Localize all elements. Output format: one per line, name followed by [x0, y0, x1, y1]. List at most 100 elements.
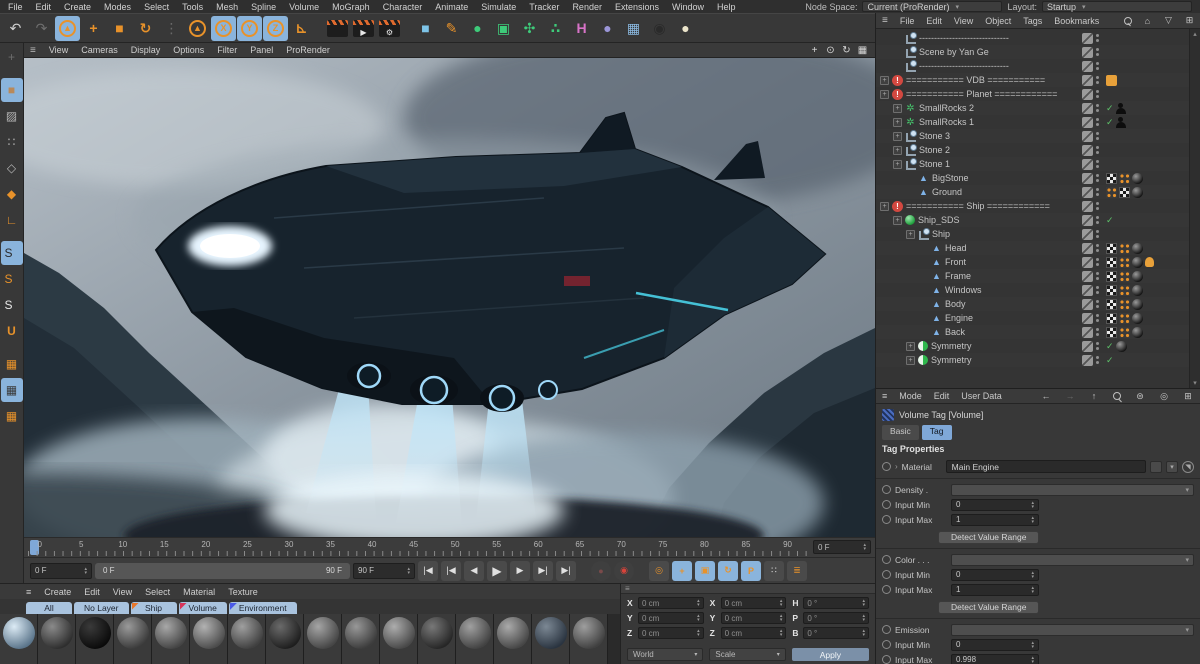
stepper-arrows-icon[interactable]: ▴ ▾ — [1031, 655, 1034, 664]
edit-enable-toggle[interactable] — [1082, 354, 1093, 366]
menu-tools[interactable]: Tools — [182, 2, 203, 12]
edit-enable-toggle[interactable] — [1082, 102, 1093, 114]
simulation-button[interactable]: ≣ — [787, 560, 807, 581]
object-row-stone-3[interactable]: + Stone 3 — [876, 129, 1200, 143]
attribute-tab-tag[interactable]: Tag — [921, 425, 952, 440]
stepper-arrows-icon[interactable]: ▴ ▾ — [407, 566, 410, 575]
material-thumbnail-12[interactable] — [418, 614, 456, 664]
object-row-scene-by-yan-ge[interactable]: Scene by Yan Ge — [876, 45, 1200, 59]
object-row-vdb[interactable]: +! =========== VDB =========== — [876, 73, 1200, 87]
node-space-select[interactable]: Current (ProRender) ▾ — [862, 1, 1003, 12]
scroll-down-icon[interactable]: ▾ — [1193, 379, 1197, 387]
edit-enable-toggle[interactable] — [1082, 130, 1093, 142]
visibility-dots-toggle[interactable] — [1096, 258, 1099, 261]
material-thumbnail-2[interactable] — [38, 614, 76, 664]
object-row-front[interactable]: ▲ Front — [876, 255, 1200, 269]
axis-mode-icon[interactable]: ∟ — [1, 208, 23, 232]
field-icon[interactable]: H — [569, 16, 594, 41]
visibility-dots-toggle[interactable] — [1096, 146, 1099, 149]
material-menu-select[interactable]: Select — [145, 587, 170, 597]
position-x-field[interactable]: 0 cm ▴ ▾ — [638, 597, 704, 609]
expand-toggle-icon[interactable]: + — [880, 89, 889, 99]
timeline-ruler[interactable]: 0 5 10 15 20 25 30 35 40 45 50 55 60 65 70 75 80 85 90 0 F… — [24, 537, 875, 557]
stepper-arrows-icon[interactable]: ▴ ▾ — [780, 614, 783, 623]
object-row-frame[interactable]: ▲ Frame — [876, 269, 1200, 283]
subdivision-surface-icon[interactable]: ● — [465, 16, 490, 41]
object-row-symmetry[interactable]: + Symmetry ✓ — [876, 353, 1200, 367]
material-thumbnail-8[interactable] — [266, 614, 304, 664]
visibility-dots-toggle[interactable] — [1096, 300, 1099, 303]
sphere-tag-icon[interactable] — [1132, 186, 1143, 198]
autokeying-button[interactable]: ◉ — [614, 560, 634, 581]
next-frame-button[interactable]: ▶ — [510, 560, 530, 581]
size-x-field[interactable]: 0 cm ▴ ▾ — [720, 597, 787, 609]
checker-tag-icon[interactable] — [1119, 186, 1130, 198]
object-row-back[interactable]: ▲ Back — [876, 325, 1200, 339]
visibility-dots-toggle[interactable] — [1096, 202, 1099, 205]
material-link-field[interactable]: Main Engine — [945, 460, 1146, 473]
dots-tag-icon[interactable] — [1119, 326, 1130, 338]
object-row-windows[interactable]: ▲ Windows — [876, 283, 1200, 297]
dots-tag-icon[interactable] — [1106, 186, 1117, 198]
sphere-tag-icon[interactable] — [1132, 242, 1143, 254]
menu-character[interactable]: Character — [383, 2, 423, 12]
visibility-dots-toggle[interactable] — [1096, 216, 1099, 219]
point-mode-icon[interactable]: ∷ — [1, 130, 23, 154]
material-thumbnail-14[interactable] — [494, 614, 532, 664]
selection-cursor-icon[interactable]: ▲ — [185, 16, 210, 41]
edge-mode-icon[interactable]: ◇ — [1, 156, 23, 180]
visibility-dots-toggle[interactable] — [1096, 132, 1099, 135]
sphere-tag-icon[interactable] — [1132, 256, 1143, 268]
chevron-down-icon[interactable]: ▾ — [1166, 460, 1178, 473]
edit-enable-toggle[interactable] — [1082, 46, 1093, 58]
visibility-dots-toggle[interactable] — [1096, 272, 1099, 275]
edit-enable-toggle[interactable] — [1082, 242, 1093, 254]
stepper-arrows-icon[interactable]: ▴ ▾ — [862, 629, 865, 638]
material-menu-material[interactable]: Material — [183, 587, 215, 597]
edit-enable-toggle[interactable] — [1082, 256, 1093, 268]
menu-spline[interactable]: Spline — [251, 2, 276, 12]
viewport-menu-icon[interactable]: ≡ — [30, 45, 36, 56]
viewport-menu-options[interactable]: Options — [173, 45, 204, 55]
dots-tag-icon[interactable] — [1119, 172, 1130, 184]
snap-modeling-icon[interactable]: S — [1, 267, 23, 291]
visibility-dots-toggle[interactable] — [1096, 76, 1099, 79]
sphere-tag-icon[interactable] — [1132, 312, 1143, 324]
attribute-menu-icon[interactable]: ≡ — [882, 391, 887, 401]
animation-dot-icon[interactable] — [882, 485, 891, 494]
parameter-field-input-max[interactable]: 1 ▴ ▾ — [951, 583, 1039, 596]
visibility-dots-toggle[interactable] — [1096, 328, 1099, 331]
edit-enable-toggle[interactable] — [1082, 340, 1093, 352]
menu-window[interactable]: Window — [672, 2, 704, 12]
rotation-b-field[interactable]: 0 ° ▴ ▾ — [803, 627, 869, 639]
texture-mode-icon[interactable]: ▨ — [1, 104, 23, 128]
expand-toggle-icon[interactable]: + — [893, 215, 902, 225]
menu-mesh[interactable]: Mesh — [216, 2, 238, 12]
menu-mograph[interactable]: MoGraph — [332, 2, 370, 12]
material-thumbnail-5[interactable] — [152, 614, 190, 664]
edit-enable-toggle[interactable] — [1082, 214, 1093, 226]
menu-render[interactable]: Render — [572, 2, 602, 12]
rotate-tool-icon[interactable]: ↻ — [133, 16, 158, 41]
visibility-dots-toggle[interactable] — [1096, 62, 1099, 65]
channel-gradient-select[interactable]: ▾ — [951, 553, 1194, 566]
expand-toggle-icon[interactable]: + — [893, 159, 902, 169]
key-parameter-button[interactable]: P — [741, 560, 761, 581]
object-row-item[interactable]: ------------------------------ — [876, 59, 1200, 73]
menu-help[interactable]: Help — [717, 2, 736, 12]
material-thumbnail-7[interactable] — [228, 614, 266, 664]
target-icon[interactable]: ◎ — [1158, 391, 1170, 402]
visibility-dots-toggle[interactable] — [1096, 118, 1099, 121]
expand-toggle-icon[interactable]: + — [893, 117, 902, 127]
viewport-toggle-icon[interactable]: ▦ — [856, 45, 869, 56]
render-picture-viewer-icon[interactable]: ▶ — [351, 16, 376, 41]
material-menu-view[interactable]: View — [113, 587, 132, 597]
parameter-field-input-min[interactable]: 0 ▴ ▾ — [951, 498, 1039, 511]
floor-environment-icon[interactable]: ▦ — [621, 16, 646, 41]
filter-icon[interactable]: ▽ — [1164, 15, 1173, 26]
tweak-mode-icon[interactable]: + — [1, 45, 23, 69]
object-row-planet[interactable]: +! =========== Planet ============ — [876, 87, 1200, 101]
history-back-icon[interactable]: ← — [1040, 391, 1052, 401]
stepper-arrows-icon[interactable]: ▴ ▾ — [1031, 640, 1034, 649]
expand-toggle-icon[interactable]: + — [906, 229, 915, 239]
